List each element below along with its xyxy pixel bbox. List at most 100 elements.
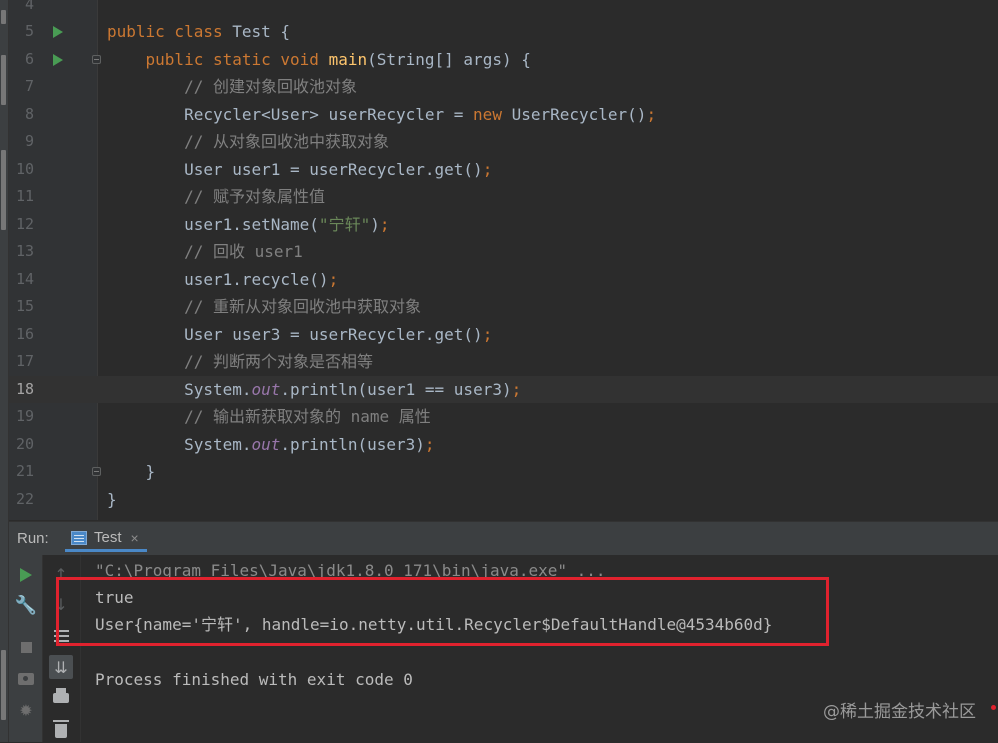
code-token: new bbox=[473, 104, 512, 124]
code-line[interactable]: 22} bbox=[0, 486, 998, 514]
rerun-button[interactable] bbox=[14, 563, 38, 587]
line-number: 7 bbox=[24, 77, 34, 95]
close-icon[interactable]: × bbox=[131, 530, 139, 546]
soft-wrap-button[interactable] bbox=[49, 624, 73, 648]
console-output-user: User{name='宁轩', handle=io.netty.util.Rec… bbox=[95, 611, 772, 638]
run-gutter-icon[interactable] bbox=[53, 26, 63, 38]
stop-button[interactable] bbox=[14, 635, 38, 659]
code-token: user1.setName( bbox=[107, 214, 319, 234]
down-stack-button[interactable]: ↓ bbox=[49, 592, 73, 616]
code-text: System.out.println(user1 == user3); bbox=[107, 376, 521, 404]
code-line[interactable]: 10 User user1 = userRecycler.get(); bbox=[0, 156, 998, 184]
clear-all-button[interactable] bbox=[49, 719, 73, 743]
code-token: (String[] args) { bbox=[367, 49, 531, 69]
code-line[interactable]: 5 public class Test { bbox=[0, 18, 998, 46]
code-line[interactable]: 17 // 判断两个对象是否相等 bbox=[0, 348, 998, 376]
stop-icon bbox=[20, 641, 32, 653]
code-token: 输出新获取对象的 bbox=[212, 407, 341, 426]
code-line[interactable]: 16 User user3 = userRecycler.get(); bbox=[0, 321, 998, 349]
code-line[interactable]: 9 // 从对象回收池中获取对象 bbox=[0, 128, 998, 156]
strip-tab-bookmarks[interactable] bbox=[1, 650, 6, 720]
code-token: // bbox=[107, 77, 213, 96]
fold-icon[interactable] bbox=[92, 54, 101, 64]
code-token: " bbox=[360, 214, 371, 234]
run-gutter-icon[interactable] bbox=[53, 53, 63, 66]
code-token: // bbox=[107, 187, 213, 206]
line-number: 9 bbox=[24, 132, 34, 150]
run-panel-header: Run: Test × bbox=[9, 521, 998, 555]
code-token: ; bbox=[482, 324, 493, 344]
code-line[interactable]: 18 System.out.println(user1 == user3); bbox=[0, 375, 998, 404]
console-exit-message: Process finished with exit code 0 bbox=[95, 670, 413, 689]
code-token: 回收 bbox=[212, 242, 245, 261]
arrow-up-icon: ↑ bbox=[54, 564, 68, 584]
code-text: Recycler<User> userRecycler = new UserRe… bbox=[107, 101, 656, 129]
line-number: 6 bbox=[24, 49, 34, 68]
left-tool-strip bbox=[0, 0, 9, 742]
code-line[interactable]: 14 user1.recycle(); bbox=[0, 266, 998, 294]
strip-tab-structure[interactable] bbox=[1, 150, 6, 230]
fold-icon[interactable] bbox=[92, 467, 101, 476]
code-text: public static void main(String[] args) { bbox=[107, 46, 531, 74]
code-token: // bbox=[107, 352, 213, 371]
print-button[interactable] bbox=[49, 686, 73, 710]
code-token: 从对象回收池中获取对象 bbox=[212, 132, 389, 151]
code-token: // bbox=[107, 297, 213, 316]
code-line[interactable]: 7 // 创建对象回收池对象 bbox=[0, 73, 998, 101]
line-number: 13 bbox=[15, 242, 34, 260]
code-line[interactable]: 13 // 回收 user1 bbox=[0, 238, 998, 266]
line-number: 15 bbox=[15, 297, 34, 315]
code-token: 重新从对象回收池中获取对象 bbox=[212, 297, 421, 316]
code-editor[interactable]: 4 5 public class Test {6 public static voi… bbox=[0, 0, 998, 520]
settings-button[interactable]: 🔧 bbox=[14, 593, 38, 617]
code-line[interactable]: 19 // 输出新获取对象的 name 属性 bbox=[0, 403, 998, 431]
code-line[interactable]: 4 bbox=[0, 0, 998, 18]
code-text: // 重新从对象回收池中获取对象 bbox=[107, 293, 421, 321]
watermark: @稀土掘金技术社区 bbox=[823, 702, 976, 722]
wrench-icon: 🔧 bbox=[14, 594, 38, 616]
code-line[interactable]: 12 user1.setName("宁轩"); bbox=[0, 211, 998, 239]
code-line[interactable]: 15 // 重新从对象回收池中获取对象 bbox=[0, 293, 998, 321]
code-line[interactable]: 8 Recycler<User> userRecycler = new User… bbox=[0, 101, 998, 129]
run-toolbar-secondary: ↑ ↓ ⇊ bbox=[43, 555, 81, 742]
dump-threads-button[interactable] bbox=[14, 667, 38, 691]
play-icon bbox=[20, 568, 32, 582]
run-tab-test[interactable]: Test × bbox=[65, 526, 147, 552]
code-token: ; bbox=[511, 379, 522, 399]
code-token: UserRecycler() bbox=[511, 104, 647, 124]
code-line[interactable]: 21 } bbox=[0, 458, 998, 486]
code-token: 赋予对象属性值 bbox=[212, 187, 325, 206]
code-token: // bbox=[107, 242, 213, 261]
code-token: ) bbox=[370, 214, 380, 234]
line-number: 12 bbox=[15, 214, 34, 233]
strip-tab-commit[interactable] bbox=[1, 55, 6, 105]
code-line[interactable]: 11 // 赋予对象属性值 bbox=[0, 183, 998, 211]
code-token: .println(user1 == user3) bbox=[280, 379, 512, 399]
code-token: } bbox=[107, 489, 117, 509]
code-token: 判断两个对象是否相等 bbox=[212, 352, 373, 371]
code-token: user1 bbox=[244, 242, 303, 261]
code-text: // 从对象回收池中获取对象 bbox=[107, 128, 389, 156]
scroll-end-icon: ⇊ bbox=[54, 657, 68, 677]
code-token: System. bbox=[107, 379, 252, 399]
code-token: user1.recycle() bbox=[107, 269, 329, 289]
line-number: 20 bbox=[15, 434, 34, 453]
printer-icon bbox=[53, 688, 69, 703]
up-stack-button[interactable]: ↑ bbox=[49, 562, 73, 586]
debug-settings-button[interactable]: ✹ bbox=[14, 698, 38, 722]
scroll-to-end-button[interactable]: ⇊ bbox=[49, 655, 73, 679]
code-line[interactable]: 6 public static void main(String[] args)… bbox=[0, 46, 998, 74]
code-text: // 输出新获取对象的 name 属性 bbox=[107, 403, 431, 431]
code-token: 创建对象回收池对象 bbox=[212, 77, 357, 96]
code-text: } bbox=[107, 458, 156, 486]
trash-icon bbox=[53, 720, 69, 738]
code-text: User user1 = userRecycler.get(); bbox=[107, 156, 492, 184]
strip-tab-marker[interactable] bbox=[1, 10, 6, 24]
line-number: 16 bbox=[15, 324, 34, 343]
code-token: Recycler<User> userRecycler = bbox=[107, 104, 474, 124]
code-line[interactable]: 20 System.out.println(user3); bbox=[0, 431, 998, 459]
code-text: User user3 = userRecycler.get(); bbox=[107, 321, 492, 349]
run-tab-label: Test bbox=[94, 529, 122, 546]
code-token: .println(user3) bbox=[280, 434, 425, 454]
